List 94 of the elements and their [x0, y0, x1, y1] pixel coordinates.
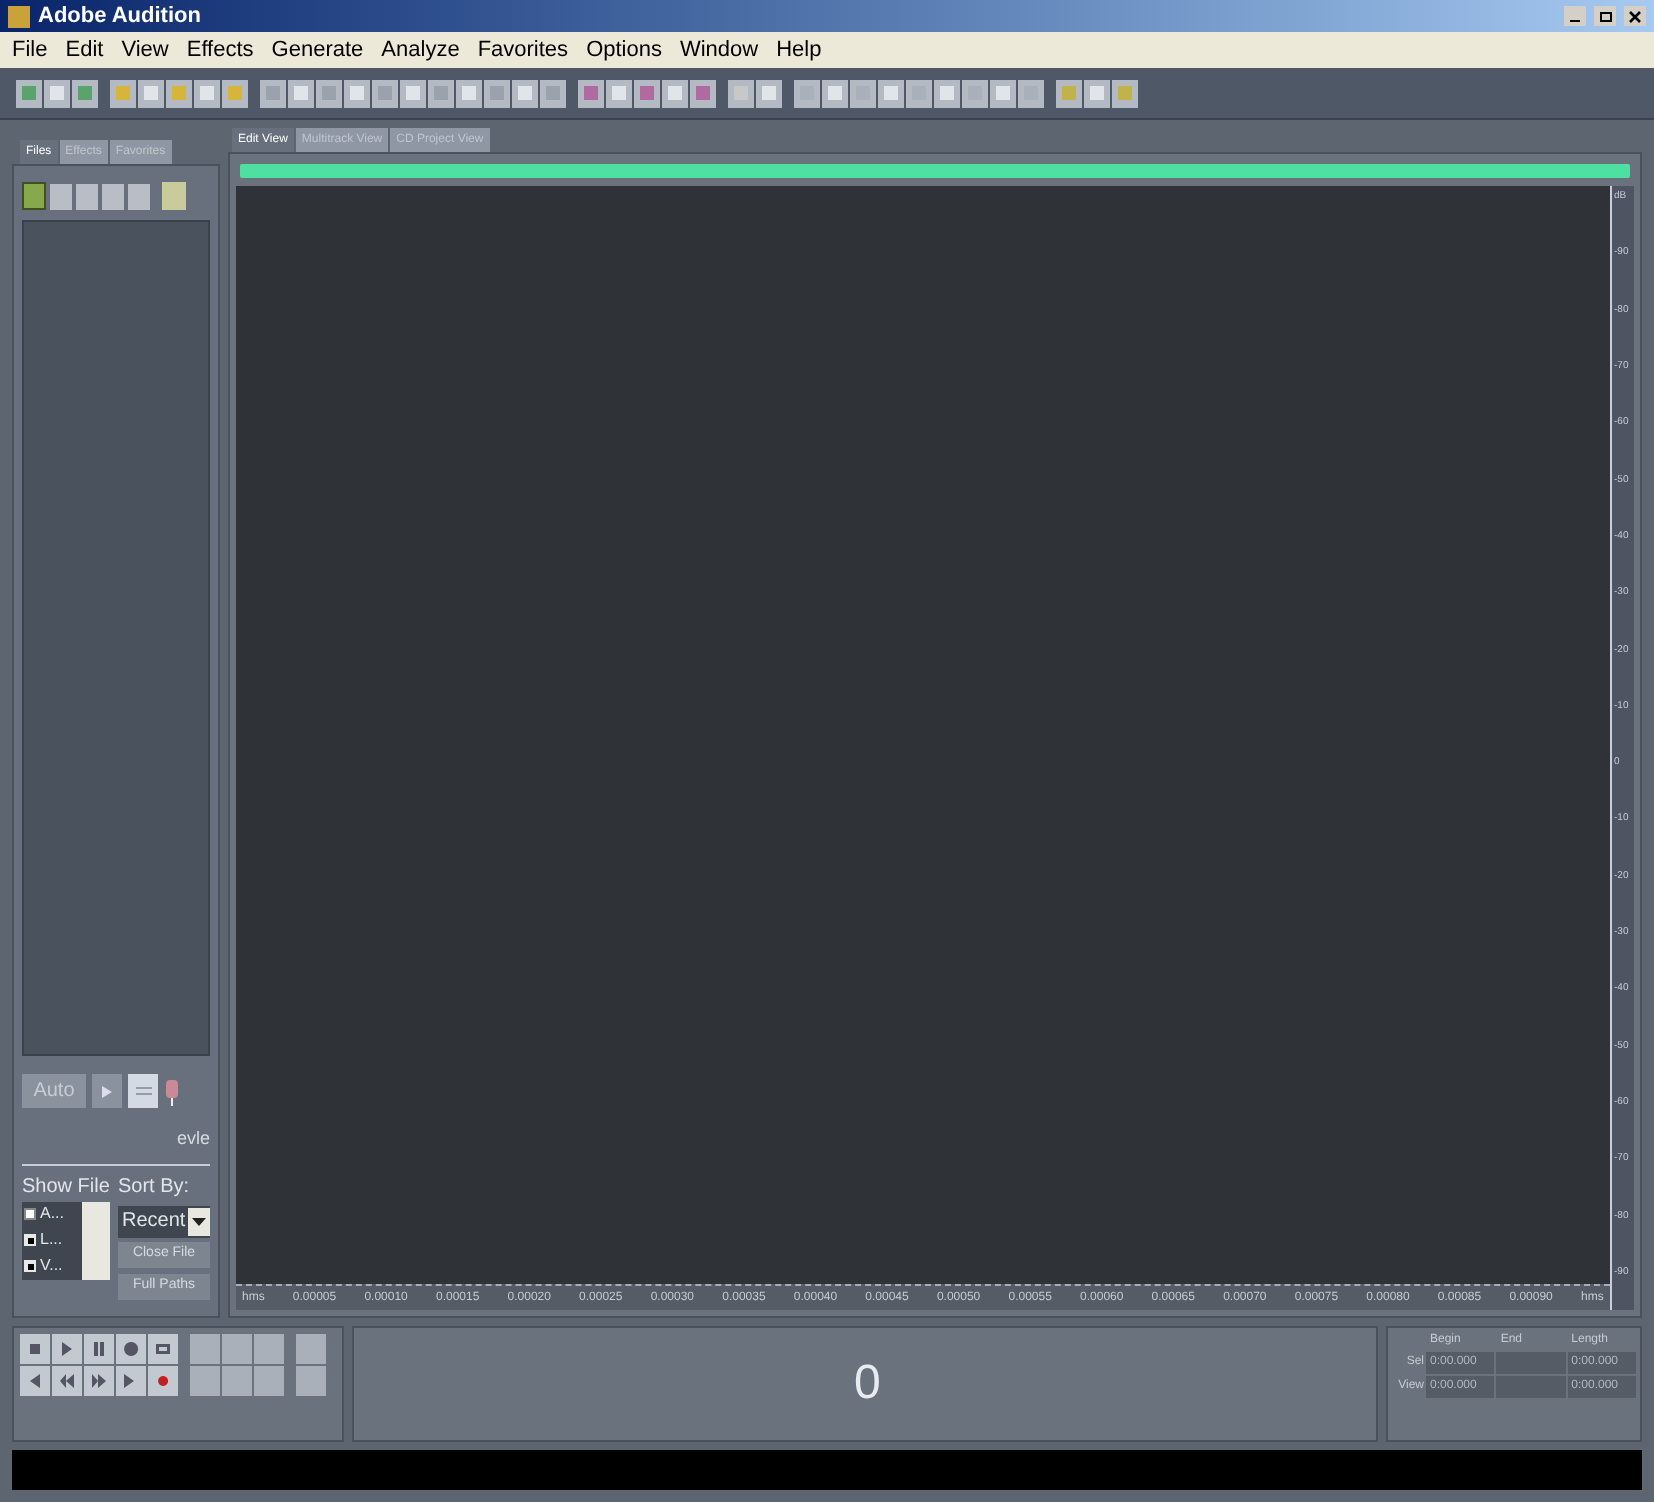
transport-button[interactable] — [52, 1334, 82, 1364]
toolbar-button[interactable] — [76, 183, 98, 209]
time-display: 0 — [854, 1354, 881, 1414]
stop-icon — [26, 1340, 44, 1358]
transport-button[interactable] — [116, 1334, 146, 1364]
panel-caption: evle — [174, 1126, 210, 1152]
toolbar-button[interactable] — [44, 79, 70, 107]
toolbar-button[interactable] — [822, 79, 848, 107]
close-button[interactable] — [1624, 6, 1646, 26]
menu-item[interactable]: View — [121, 33, 169, 67]
toolbar-button[interactable] — [372, 79, 398, 107]
toolbar-button[interactable] — [1112, 79, 1138, 107]
record-icon — [154, 1372, 172, 1390]
toolbar-button[interactable] — [260, 79, 286, 107]
file-type-label: A... — [40, 1202, 65, 1226]
circle-icon — [122, 1340, 140, 1358]
toolbar-button[interactable] — [194, 79, 220, 107]
sort-dropdown[interactable]: Recent — [118, 1205, 210, 1237]
play-icon — [58, 1340, 76, 1358]
toolbar-button[interactable] — [102, 183, 124, 209]
toolbar-button[interactable] — [138, 79, 164, 107]
toolbar-button[interactable] — [662, 79, 688, 107]
menu-item[interactable]: Analyze — [381, 33, 460, 67]
transport-button[interactable] — [116, 1366, 146, 1396]
transport-button[interactable] — [20, 1334, 50, 1364]
toolbar-button[interactable] — [484, 79, 510, 107]
toolbar-button[interactable] — [222, 79, 248, 107]
transport-button[interactable] — [148, 1334, 178, 1364]
toolbar-button[interactable] — [1084, 79, 1110, 107]
toolbar-button[interactable] — [850, 79, 876, 107]
transport-button[interactable] — [84, 1366, 114, 1396]
skip-back-icon — [26, 1372, 44, 1390]
toolbar-button[interactable] — [606, 79, 632, 107]
toolbar-button[interactable] — [344, 79, 370, 107]
toolbar-button[interactable] — [1018, 79, 1044, 107]
menu-item[interactable]: Favorites — [477, 33, 569, 67]
show-file-label: Show File — [22, 1173, 110, 1201]
toolbar-button[interactable] — [878, 79, 904, 107]
open-file-button[interactable] — [22, 182, 46, 210]
scrollbar — [82, 1201, 110, 1279]
loop-button[interactable] — [128, 1074, 158, 1108]
toolbar-button[interactable] — [110, 79, 136, 107]
rewind-icon — [58, 1372, 76, 1390]
transport-button[interactable] — [20, 1366, 50, 1396]
toolbar-button[interactable] — [934, 79, 960, 107]
toolbar-button[interactable] — [316, 79, 342, 107]
toolbar-button[interactable] — [166, 79, 192, 107]
checkbox[interactable] — [24, 1234, 36, 1246]
maximize-button[interactable] — [1594, 6, 1616, 26]
menu-item[interactable]: Generate — [271, 33, 364, 67]
time-field — [1496, 1352, 1566, 1374]
toolbar-button[interactable] — [428, 79, 454, 107]
fast-forward-icon — [90, 1372, 108, 1390]
app-icon — [8, 5, 30, 27]
file-type-label: V... — [40, 1254, 63, 1278]
pause-icon — [90, 1340, 108, 1358]
transport-button[interactable] — [148, 1366, 178, 1396]
menu-item[interactable]: Edit — [65, 33, 104, 67]
play-button[interactable] — [92, 1074, 122, 1108]
toolbar-button[interactable] — [540, 79, 566, 107]
menu-item[interactable]: File — [12, 33, 48, 67]
toolbar-button[interactable] — [794, 79, 820, 107]
checkbox[interactable] — [24, 1208, 36, 1220]
play-icon — [102, 1085, 112, 1097]
menu-item[interactable]: Options — [586, 33, 662, 67]
toolbar-button[interactable] — [50, 183, 72, 209]
toolbar-button[interactable] — [400, 79, 426, 107]
toolbar-button[interactable] — [72, 79, 98, 107]
time-field — [1496, 1376, 1566, 1398]
transport-button[interactable] — [84, 1334, 114, 1364]
toolbar-button[interactable] — [456, 79, 482, 107]
toolbar-button[interactable] — [512, 79, 538, 107]
toolbar-button[interactable] — [16, 79, 42, 107]
toolbar-button[interactable] — [288, 79, 314, 107]
file-type-label: L... — [40, 1228, 63, 1252]
toolbar-button[interactable] — [128, 183, 150, 209]
sort-by-label: Sort By: — [118, 1173, 192, 1201]
transport-button[interactable] — [52, 1366, 82, 1396]
minimize-button[interactable] — [1564, 6, 1586, 26]
checkbox[interactable] — [24, 1260, 36, 1272]
toolbar-button[interactable] — [962, 79, 988, 107]
toolbar-button[interactable] — [728, 79, 754, 107]
toolbar-button[interactable] — [634, 79, 660, 107]
menu-item[interactable]: Window — [679, 33, 759, 67]
toolbar-button[interactable] — [756, 79, 782, 107]
window-title: Adobe Audition — [38, 1, 201, 32]
toolbar-button[interactable] — [578, 79, 604, 107]
menu-item[interactable]: Help — [776, 33, 822, 67]
microphone-icon — [164, 1077, 180, 1105]
toolbar-button[interactable] — [990, 79, 1016, 107]
toolbar-button[interactable] — [1056, 79, 1082, 107]
menu-item[interactable]: Effects — [186, 33, 254, 67]
toolbar-button[interactable] — [690, 79, 716, 107]
toolbar-button[interactable] — [906, 79, 932, 107]
